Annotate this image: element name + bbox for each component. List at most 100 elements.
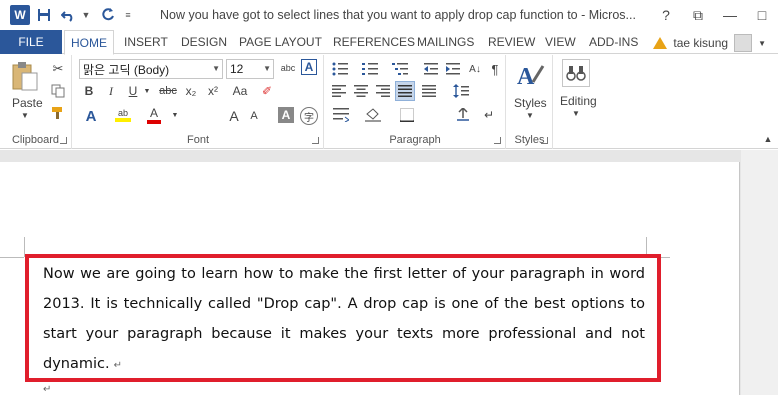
avatar	[734, 34, 753, 52]
user-account[interactable]: tae kisung ▼	[653, 34, 766, 52]
sort-icon[interactable]: A↓	[467, 61, 483, 77]
chevron-down-icon: ▼	[758, 38, 766, 48]
quick-access-toolbar: W ▼ ≡	[0, 0, 136, 30]
paste-dropdown-icon[interactable]: ▼	[21, 111, 29, 120]
vertical-scrollbar[interactable]	[741, 150, 778, 395]
font-color-button[interactable]: A	[145, 105, 163, 125]
minimize-button[interactable]: —	[714, 0, 746, 30]
shading-icon[interactable]	[363, 107, 383, 123]
font-name-combo[interactable]: 맑은 고딕 (Body) ▼	[79, 59, 223, 79]
subscript-button[interactable]: x₂	[183, 83, 199, 99]
font-name-value: 맑은 고딕 (Body)	[83, 62, 170, 77]
superscript-button[interactable]: x²	[205, 83, 221, 99]
tab-view[interactable]: VIEW	[545, 30, 576, 54]
paragraph-group: A↓ ¶ ↵ Paragraph	[325, 55, 506, 149]
styles-button[interactable]: Styles	[514, 96, 547, 110]
clipboard-launcher-icon[interactable]	[60, 137, 67, 144]
bullets-icon[interactable]	[331, 61, 349, 77]
title-bar: W ▼ ≡ Now you have got to select lines t…	[0, 0, 778, 30]
copy-icon[interactable]	[50, 83, 66, 99]
binoculars-icon[interactable]	[562, 59, 590, 87]
ribbon-display-button[interactable]: ⧉	[682, 0, 714, 30]
highlight-color-button[interactable]: ab	[113, 105, 133, 125]
tab-page-layout[interactable]: PAGE LAYOUT	[239, 30, 322, 54]
underline-dropdown-icon[interactable]: ▼	[143, 83, 151, 99]
tab-review[interactable]: REVIEW	[488, 30, 535, 54]
multilevel-list-icon[interactable]	[391, 61, 409, 77]
change-case-icon[interactable]: abc	[278, 59, 298, 77]
shrink-font-button[interactable]: A	[245, 107, 263, 125]
svg-text:A: A	[517, 64, 535, 90]
font-size-combo[interactable]: 12 ▼	[226, 59, 274, 79]
styles-dropdown-icon[interactable]: ▼	[526, 111, 534, 120]
grow-font-button[interactable]: A	[225, 107, 243, 125]
paragraph-text: Now we are going to learn how to make th…	[43, 266, 645, 372]
clear-formatting-icon[interactable]: ✐	[257, 83, 277, 99]
editing-dropdown-icon[interactable]: ▼	[572, 109, 580, 118]
empty-paragraph-mark: ↵	[43, 384, 52, 395]
styles-icon[interactable]: A	[514, 59, 546, 91]
tab-references[interactable]: REFERENCES	[333, 30, 415, 54]
user-name: tae kisung	[673, 36, 729, 50]
collapse-ribbon-icon[interactable]: ▲	[762, 133, 774, 145]
tab-insert[interactable]: INSERT	[124, 30, 168, 54]
distributed-icon[interactable]	[421, 83, 437, 99]
align-right-icon[interactable]	[375, 83, 391, 99]
document-paragraph[interactable]: Now we are going to learn how to make th…	[43, 259, 645, 381]
undo-icon[interactable]	[56, 3, 80, 27]
increase-indent-icon[interactable]	[445, 61, 461, 77]
asian-layout-icon[interactable]	[331, 107, 351, 123]
undo-dropdown-icon[interactable]: ▼	[80, 3, 92, 27]
align-left-icon[interactable]	[331, 83, 347, 99]
borders-icon[interactable]	[397, 107, 417, 123]
clipboard-group: Paste ▼ ✂ Clipboard	[0, 55, 72, 149]
font-group-label: Font	[186, 134, 209, 146]
tab-mailings[interactable]: MAILINGS	[417, 30, 474, 54]
strikethrough-button[interactable]: abc	[157, 83, 179, 99]
chevron-down-icon: ▼	[212, 64, 220, 73]
character-shading-button[interactable]: A	[278, 107, 294, 123]
paragraph-mark: ↵	[113, 360, 122, 371]
save-icon[interactable]	[32, 3, 56, 27]
change-case-button[interactable]: Aa	[227, 83, 253, 99]
paragraph-group-label: Paragraph	[389, 134, 441, 146]
editing-group: Editing ▼	[554, 55, 604, 149]
word-app-icon[interactable]: W	[8, 3, 32, 27]
tab-file[interactable]: FILE	[0, 30, 62, 54]
show-formatting-button[interactable]: ¶	[487, 61, 503, 77]
align-center-icon[interactable]	[353, 83, 369, 99]
redo-icon[interactable]	[96, 3, 120, 27]
paste-button[interactable]: Paste	[12, 96, 43, 110]
window-title: Now you have got to select lines that yo…	[160, 8, 636, 22]
warning-icon	[653, 37, 668, 49]
help-button[interactable]: ?	[650, 0, 682, 30]
paste-icon[interactable]	[10, 61, 40, 91]
customize-qat-icon[interactable]: ≡	[120, 3, 136, 27]
underline-button[interactable]: U	[125, 83, 141, 99]
tab-design[interactable]: DESIGN	[181, 30, 227, 54]
italic-button[interactable]: I	[103, 83, 119, 99]
window-controls: ? ⧉ — □	[650, 0, 778, 30]
chevron-down-icon: ▼	[263, 64, 271, 73]
format-painter-icon[interactable]	[50, 105, 66, 121]
tab-add-ins[interactable]: ADD-INS	[589, 30, 638, 54]
font-color-dropdown-icon[interactable]: ▼	[171, 107, 179, 123]
editing-button[interactable]: Editing	[560, 94, 597, 108]
numbering-icon[interactable]	[361, 61, 379, 77]
bold-button[interactable]: B	[81, 83, 97, 99]
paragraph-launcher-icon[interactable]	[494, 137, 501, 144]
justify-icon[interactable]	[395, 81, 415, 101]
styles-launcher-icon[interactable]	[541, 137, 548, 144]
tab-home[interactable]: HOME	[64, 30, 114, 55]
font-group: 맑은 고딕 (Body) ▼ 12 ▼ abc A B I U ▼ abc x₂…	[73, 55, 324, 149]
font-launcher-icon[interactable]	[312, 137, 319, 144]
enclose-characters-button[interactable]: 字	[300, 107, 318, 125]
text-effects-button[interactable]: A	[81, 107, 101, 125]
line-spacing-icon[interactable]	[451, 83, 471, 99]
paragraph-mark-icon[interactable]: ↵	[481, 107, 497, 123]
text-effects-icon[interactable]: A	[301, 59, 317, 75]
cut-icon[interactable]: ✂	[50, 61, 66, 77]
maximize-button[interactable]: □	[746, 0, 778, 30]
decrease-indent-icon[interactable]	[423, 61, 439, 77]
text-direction-icon[interactable]	[453, 107, 473, 123]
